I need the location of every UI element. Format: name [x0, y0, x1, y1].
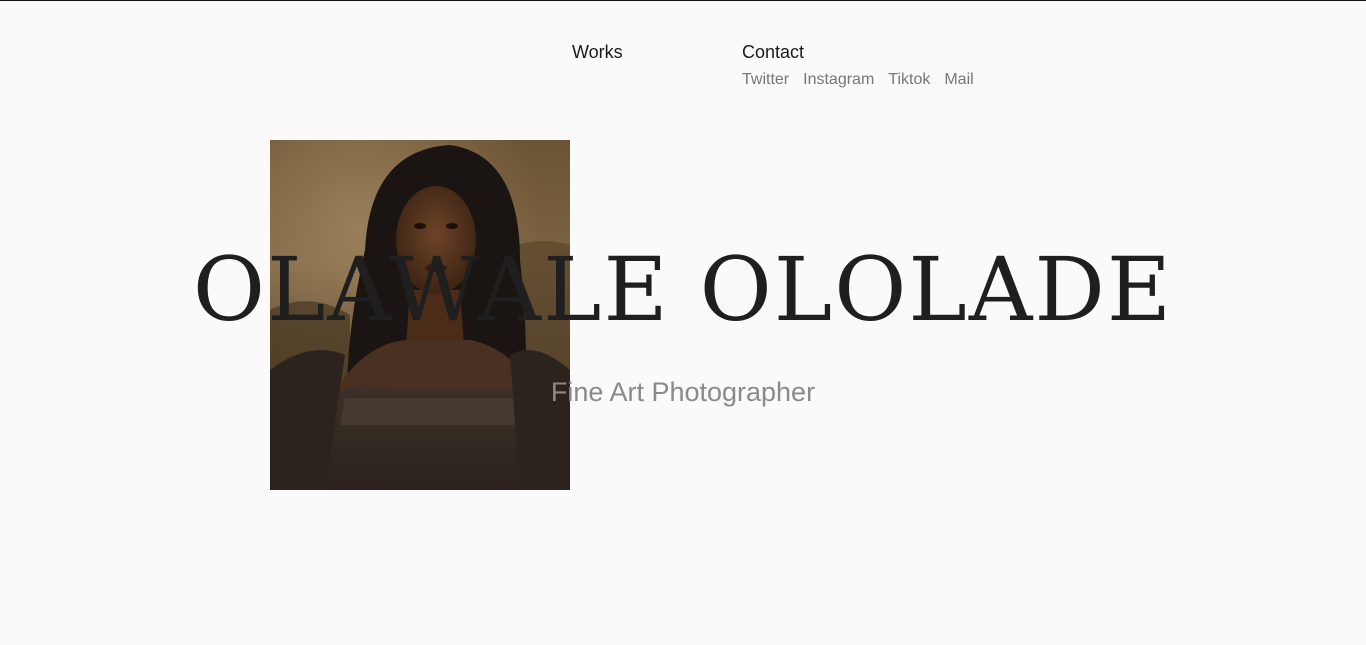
tiktok-link[interactable]: Tiktok	[888, 71, 930, 89]
nav-contact: Contact Twitter Instagram Tiktok Mail	[742, 42, 974, 89]
nav-works-link[interactable]: Works	[572, 42, 623, 63]
contact-title: Contact	[742, 42, 805, 62]
hero-subtitle: Fine Art Photographer	[550, 377, 816, 407]
instagram-link[interactable]: Instagram	[803, 71, 874, 89]
page: Works Contact Twitter Instagram Tiktok M…	[0, 0, 1366, 645]
twitter-link[interactable]: Twitter	[742, 71, 789, 89]
mail-link[interactable]: Mail	[944, 71, 973, 89]
hero-name: OLAWALE OLOLADE	[192, 238, 1174, 341]
social-links: Twitter Instagram Tiktok Mail	[742, 71, 974, 89]
